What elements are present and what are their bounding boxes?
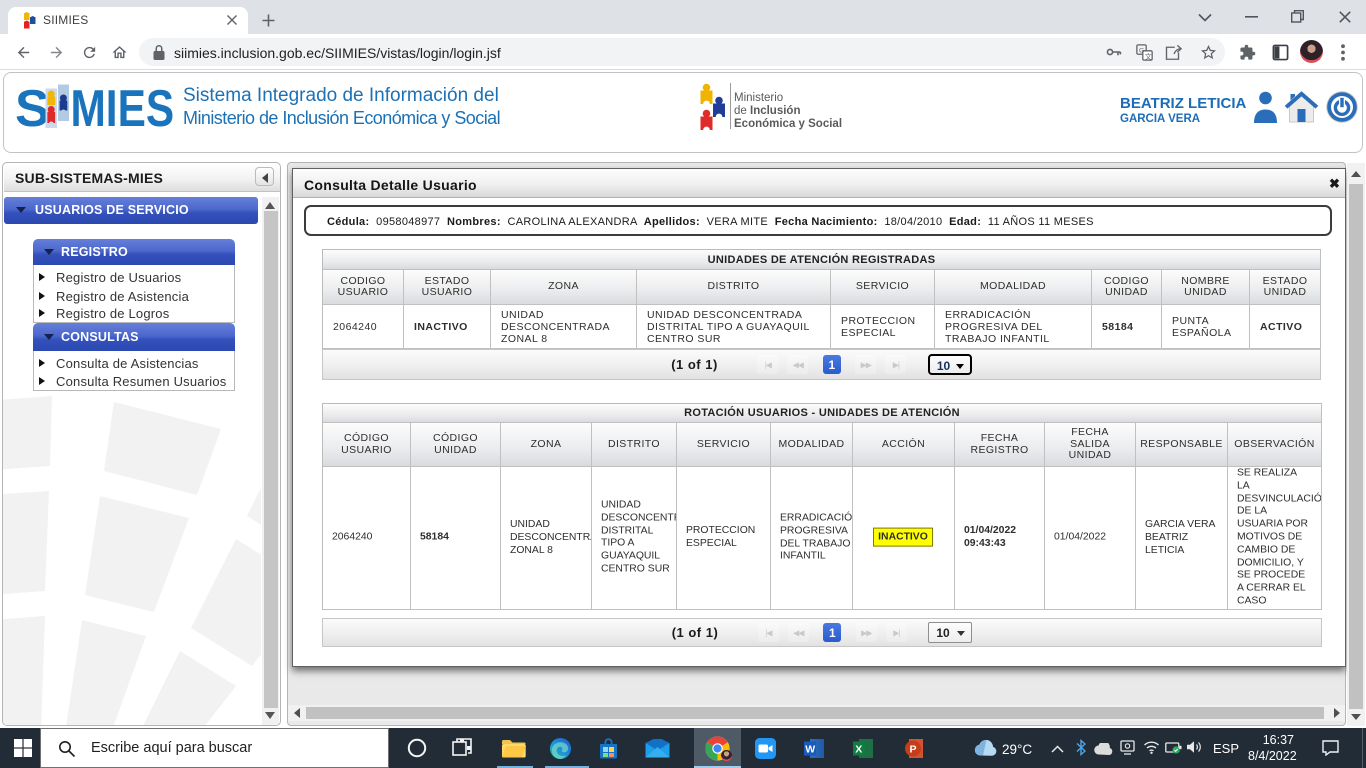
- svg-text:S: S: [16, 82, 50, 132]
- svg-text:X: X: [855, 744, 862, 756]
- svg-text:P: P: [910, 744, 917, 756]
- svg-text:W: W: [805, 744, 815, 756]
- svg-text:文: 文: [1145, 52, 1152, 61]
- svg-text:MIES: MIES: [71, 82, 175, 132]
- svg-text:G: G: [1139, 48, 1144, 55]
